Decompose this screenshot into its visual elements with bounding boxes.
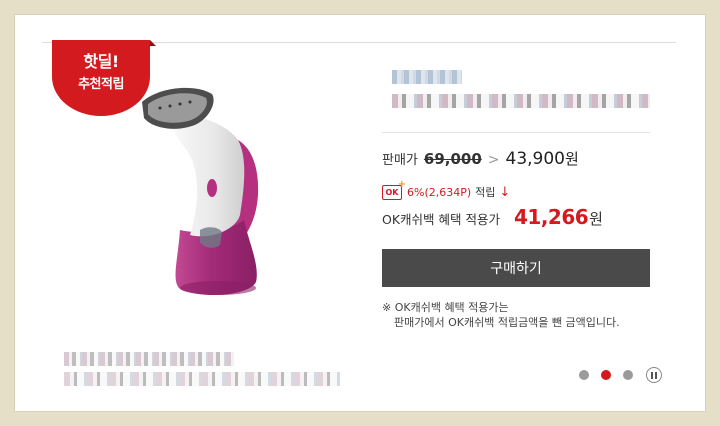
carousel-dot-1[interactable] bbox=[579, 370, 589, 380]
sale-price-unit: 원 bbox=[565, 150, 579, 168]
original-price: 69,000 bbox=[423, 150, 482, 168]
ok-cashbag-suffix: 적립 bbox=[475, 186, 496, 199]
buy-button[interactable]: 구매하기 bbox=[382, 249, 650, 287]
carousel-dot-3[interactable] bbox=[623, 370, 633, 380]
bottom-text-blurred-1[interactable] bbox=[64, 352, 234, 366]
sale-price: 43,900 bbox=[505, 149, 565, 169]
hot-deal-badge: 핫딜! 추천적립 bbox=[52, 40, 150, 116]
benefit-label: OK캐쉬백 혜택 적용가 bbox=[382, 212, 500, 227]
bottom-text-blurred-2[interactable] bbox=[64, 372, 340, 386]
divider bbox=[382, 132, 650, 133]
badge-fold bbox=[150, 40, 156, 46]
badge-subtitle: 추천적립 bbox=[78, 77, 124, 92]
carousel-dots bbox=[579, 367, 662, 383]
down-arrow-icon: ↓ bbox=[499, 184, 511, 200]
note-line-2: 판매가에서 OK캐쉬백 적립금액을 뺀 금액입니다. bbox=[394, 316, 620, 329]
price-row: 판매가 69,000 > 43,900 원 bbox=[382, 148, 579, 170]
benefit-price-unit: 원 bbox=[589, 210, 603, 228]
product-title-blurred[interactable] bbox=[392, 94, 650, 108]
product-brand-blurred[interactable] bbox=[392, 70, 462, 84]
ok-cashbag-icon: OK bbox=[382, 179, 406, 200]
pause-icon-bar-right bbox=[655, 371, 657, 379]
pause-icon-bar-left bbox=[651, 371, 653, 379]
badge-title: 핫딜! bbox=[83, 52, 119, 71]
benefit-price-row: OK캐쉬백 혜택 적용가 41,266 원 bbox=[382, 205, 603, 229]
benefit-price: 41,266 bbox=[513, 205, 589, 229]
price-arrow-icon: > bbox=[487, 152, 500, 168]
ok-cashbag-row: OK 6%(2,634P) 적립 ↓ bbox=[382, 179, 511, 200]
ok-cashbag-rate: 6%(2,634P) bbox=[407, 185, 472, 199]
note-line-1: ※ OK캐쉬백 혜택 적용가는 bbox=[382, 301, 509, 314]
product-image[interactable] bbox=[140, 80, 280, 300]
pause-button[interactable] bbox=[646, 367, 662, 383]
carousel-dot-2[interactable] bbox=[601, 370, 611, 380]
price-label: 판매가 bbox=[382, 153, 418, 168]
